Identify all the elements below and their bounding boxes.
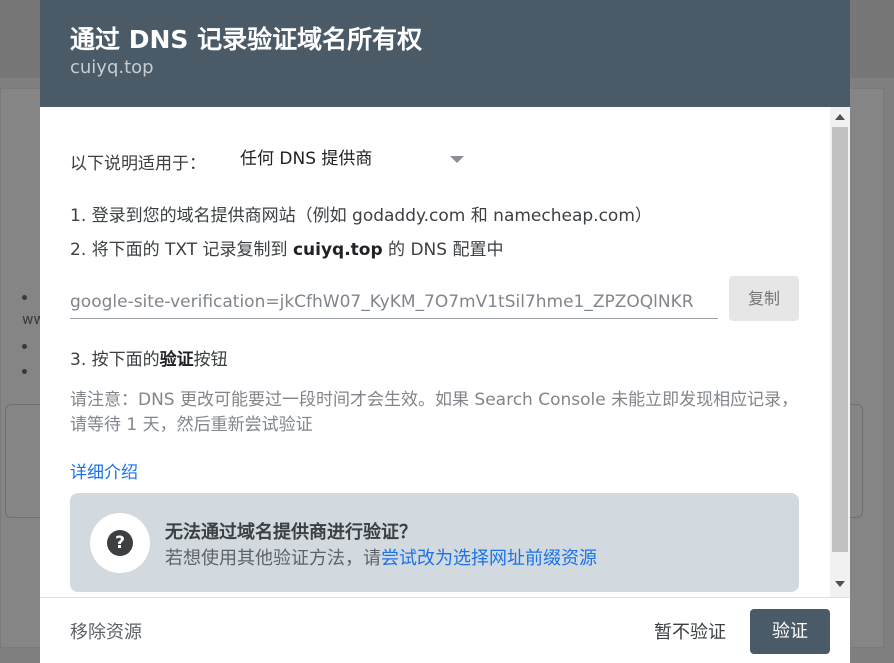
step-2-prefix: 2. 将下面的 TXT 记录复制到	[70, 240, 293, 260]
step-3-bold: 验证	[159, 350, 194, 370]
step-3-text: 3. 按下面的验证按钮	[70, 345, 228, 370]
step-2-text: 2. 将下面的 TXT 记录复制到 cuiyq.top 的 DNS 配置中	[70, 235, 503, 260]
url-prefix-link[interactable]: 尝试改为选择网址前缀资源	[381, 548, 597, 569]
step-3-prefix: 3. 按下面的	[70, 350, 160, 370]
copy-button[interactable]: 复制	[729, 276, 799, 321]
step-2-domain: cuiyq.top	[292, 240, 383, 260]
step-3-suffix: 按钮	[193, 350, 228, 370]
provider-select-value: 任何 DNS 提供商	[240, 149, 373, 169]
background-bullet	[22, 369, 27, 374]
dialog-header: 通过 DNS 记录验证域名所有权 cuiyq.top	[40, 0, 850, 107]
learn-more-link[interactable]: 详细介绍	[70, 458, 138, 483]
dns-note: 请注意：DNS 更改可能要过一段时间才会生效。如果 Search Console…	[70, 390, 799, 435]
help-card-title: 无法通过域名提供商进行验证？	[165, 522, 417, 543]
help-card-desc: 若想使用其他验证方法，请尝试改为选择网址前缀资源	[165, 544, 597, 570]
background-bullet	[22, 344, 27, 349]
step-2-suffix: 的 DNS 配置中	[382, 240, 504, 260]
scroll-up-arrow-icon[interactable]	[835, 114, 845, 120]
help-card: ? 无法通过域名提供商进行验证？ 若想使用其他验证方法，请尝试改为选择网址前缀资…	[70, 493, 799, 592]
dialog-title: 通过 DNS 记录验证域名所有权	[70, 25, 423, 54]
scroll-down-arrow-icon[interactable]	[835, 581, 845, 587]
verify-button[interactable]: 验证	[750, 609, 830, 654]
txt-record-field[interactable]: google-site-verification=jkCfhW07_KyKM_7…	[70, 285, 718, 319]
help-card-desc-prefix: 若想使用其他验证方法，请	[165, 548, 381, 569]
dialog-subtitle: cuiyq.top	[70, 57, 154, 78]
scroll-thumb[interactable]	[832, 127, 848, 552]
dialog-scrollbar[interactable]	[830, 107, 850, 597]
provider-select[interactable]: 任何 DNS 提供商	[240, 143, 470, 175]
dialog-body: 以下说明适用于： 任何 DNS 提供商 1. 登录到您的域名提供商网站（例如 g…	[40, 107, 830, 597]
dropdown-arrow-icon	[450, 156, 464, 163]
remove-resource-button[interactable]: 移除资源	[70, 618, 142, 644]
dialog-footer: 移除资源 暂不验证 验证	[40, 597, 850, 663]
skip-verify-button[interactable]: 暂不验证	[654, 618, 726, 644]
question-icon: ?	[107, 530, 133, 556]
step-1-text: 1. 登录到您的域名提供商网站（例如 godaddy.com 和 nameche…	[70, 206, 652, 226]
apply-label: 以下说明适用于：	[70, 154, 206, 174]
verify-dns-dialog: 通过 DNS 记录验证域名所有权 cuiyq.top 以下说明适用于： 任何 D…	[40, 0, 850, 663]
help-icon-circle: ?	[90, 513, 150, 573]
background-bullet	[22, 295, 27, 300]
